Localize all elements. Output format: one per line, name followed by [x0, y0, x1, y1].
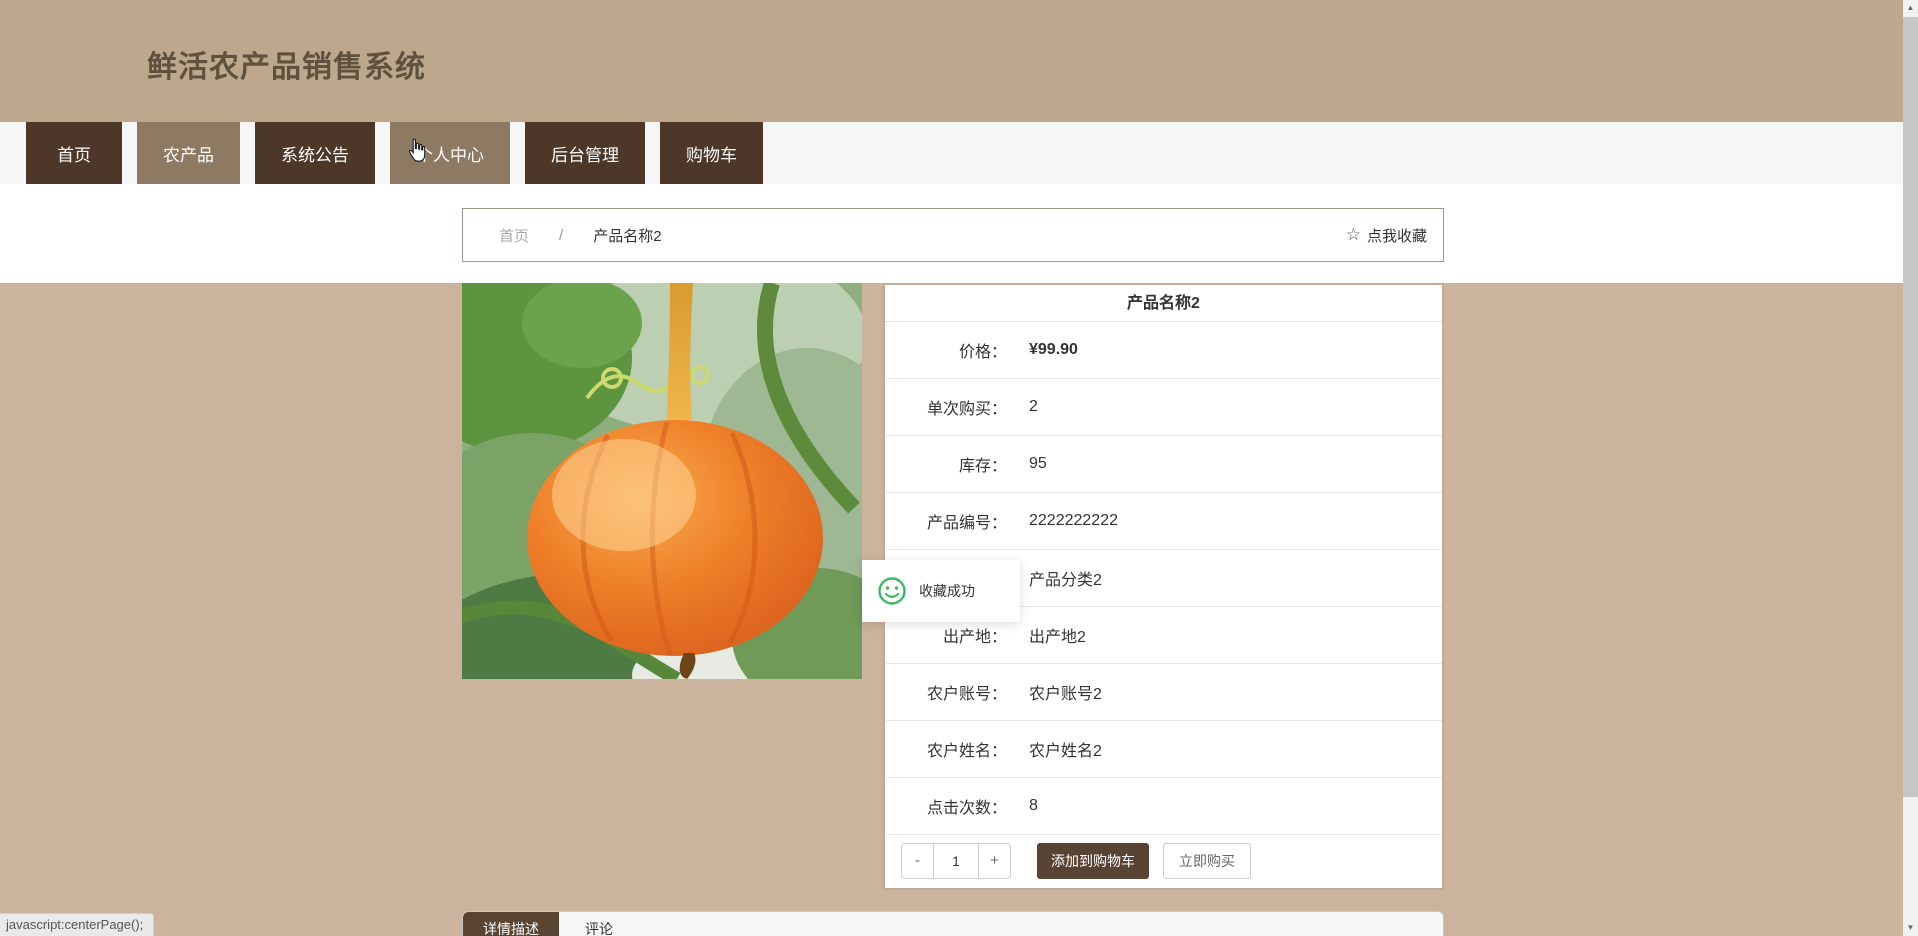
table-row-farmer-account: 农户账号： 农户账号2 [885, 664, 1442, 721]
page-title: 鲜活农产品销售系统 [147, 51, 426, 84]
table-row-farmer-name: 农户姓名： 农户姓名2 [885, 721, 1442, 778]
success-smiley-icon [878, 577, 906, 605]
breadcrumb-separator: / [559, 226, 564, 244]
nav-tab-home[interactable]: 首页 [26, 122, 122, 184]
product-name-header: 产品名称2 [885, 285, 1442, 322]
vertical-scrollbar[interactable]: ▲ ▼ [1903, 0, 1918, 936]
detail-tabs-panel: 详情描述 评论 [462, 911, 1444, 936]
scroll-up-arrow-icon[interactable]: ▲ [1903, 0, 1918, 16]
add-to-cart-button[interactable]: 添加到购物车 [1037, 843, 1149, 879]
nav-tab-announcements[interactable]: 系统公告 [255, 122, 375, 184]
quantity-increase-button[interactable]: + [978, 843, 1011, 879]
product-image-pumpkin[interactable] [462, 283, 862, 679]
tab-comments[interactable]: 评论 [559, 912, 639, 936]
scroll-down-arrow-icon[interactable]: ▼ [1903, 920, 1918, 936]
favorite-button[interactable]: ☆ 点我收藏 [1346, 225, 1427, 246]
table-row-stock: 库存： 95 [885, 436, 1442, 493]
breadcrumb-current: 产品名称2 [593, 227, 662, 245]
hand-cursor-icon [405, 138, 429, 169]
buy-now-button[interactable]: 立即购买 [1163, 843, 1251, 879]
favorite-label: 点我收藏 [1366, 227, 1427, 245]
table-row-product-no: 产品编号： 2222222222 [885, 493, 1442, 550]
nav-tab-cart[interactable]: 购物车 [660, 122, 763, 184]
nav-tab-admin[interactable]: 后台管理 [525, 122, 645, 184]
quantity-value[interactable]: 1 [933, 843, 979, 879]
toast-message: 收藏成功 [919, 583, 975, 599]
nav-tab-products[interactable]: 农产品 [137, 122, 240, 184]
main-nav: 首页 农产品 系统公告 个人中心 后台管理 购物车 [0, 122, 1903, 184]
purchase-actions-row: - 1 + 添加到购物车 立即购买 [885, 835, 1442, 887]
quantity-decrease-button[interactable]: - [901, 843, 934, 879]
breadcrumb: 首页 / 产品名称2 ☆ 点我收藏 [462, 208, 1444, 262]
scrollbar-thumb[interactable] [1903, 17, 1918, 797]
favorite-success-toast: 收藏成功 [862, 560, 1020, 622]
table-row-price: 价格： ¥99.90 [885, 322, 1442, 379]
quantity-stepper: - 1 + [901, 843, 1011, 879]
table-row-per-purchase: 单次购买： 2 [885, 379, 1442, 436]
breadcrumb-home-link[interactable]: 首页 [499, 225, 529, 246]
star-icon: ☆ [1345, 225, 1361, 244]
header: 鲜活农产品销售系统 [0, 0, 1903, 122]
browser-status-bubble: javascript:centerPage(); [0, 913, 155, 936]
tab-description[interactable]: 详情描述 [463, 912, 559, 936]
table-row-clicks: 点击次数： 8 [885, 778, 1442, 835]
